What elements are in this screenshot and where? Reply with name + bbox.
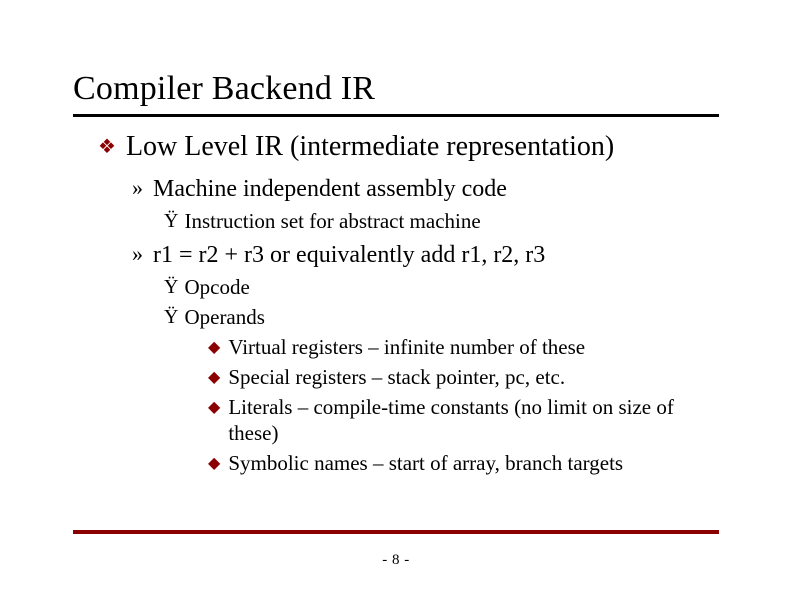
- page-number: - 8 -: [0, 552, 792, 569]
- list-item-text: Virtual registers – infinite number of t…: [228, 334, 585, 360]
- list-item: ❖ Low Level IR (intermediate representat…: [98, 130, 704, 164]
- chevron-bullet-icon: »: [132, 174, 143, 202]
- chevron-bullet-icon: »: [132, 240, 143, 268]
- list-item-text: Machine independent assembly code: [153, 174, 507, 204]
- content-block: ❖ Low Level IR (intermediate representat…: [98, 130, 704, 476]
- list-item: » Machine independent assembly code: [132, 174, 704, 204]
- solid-diamond-bullet-icon: ◆: [208, 336, 220, 360]
- list-item-text: Low Level IR (intermediate representatio…: [126, 130, 614, 164]
- footer-rule: [73, 530, 719, 534]
- title-underline: [73, 114, 719, 117]
- list-item: ◆ Literals – compile-time constants (no …: [208, 394, 704, 446]
- slide-title: Compiler Backend IR: [73, 70, 719, 108]
- list-item: Ÿ Opcode: [164, 274, 704, 300]
- title-block: Compiler Backend IR: [73, 70, 719, 117]
- list-item-text: Special registers – stack pointer, pc, e…: [228, 364, 565, 390]
- slide: Compiler Backend IR ❖ Low Level IR (inte…: [0, 0, 792, 612]
- y-bullet-icon: Ÿ: [164, 274, 178, 300]
- list-item: ◆ Special registers – stack pointer, pc,…: [208, 364, 704, 390]
- list-item-text: Symbolic names – start of array, branch …: [228, 450, 623, 476]
- list-item: ◆ Symbolic names – start of array, branc…: [208, 450, 704, 476]
- solid-diamond-bullet-icon: ◆: [208, 452, 220, 476]
- diamond-bullet-icon: ❖: [98, 132, 116, 162]
- list-item-text: Instruction set for abstract machine: [184, 208, 480, 234]
- list-item: ◆ Virtual registers – infinite number of…: [208, 334, 704, 360]
- list-item-text: r1 = r2 + r3 or equivalently add r1, r2,…: [153, 240, 545, 270]
- list-item-text: Literals – compile-time constants (no li…: [228, 394, 704, 446]
- y-bullet-icon: Ÿ: [164, 304, 178, 330]
- list-item: » r1 = r2 + r3 or equivalently add r1, r…: [132, 240, 704, 270]
- list-item: Ÿ Instruction set for abstract machine: [164, 208, 704, 234]
- list-item-text: Operands: [184, 304, 264, 330]
- list-item-text: Opcode: [184, 274, 249, 300]
- y-bullet-icon: Ÿ: [164, 208, 178, 234]
- solid-diamond-bullet-icon: ◆: [208, 396, 220, 420]
- solid-diamond-bullet-icon: ◆: [208, 366, 220, 390]
- list-item: Ÿ Operands: [164, 304, 704, 330]
